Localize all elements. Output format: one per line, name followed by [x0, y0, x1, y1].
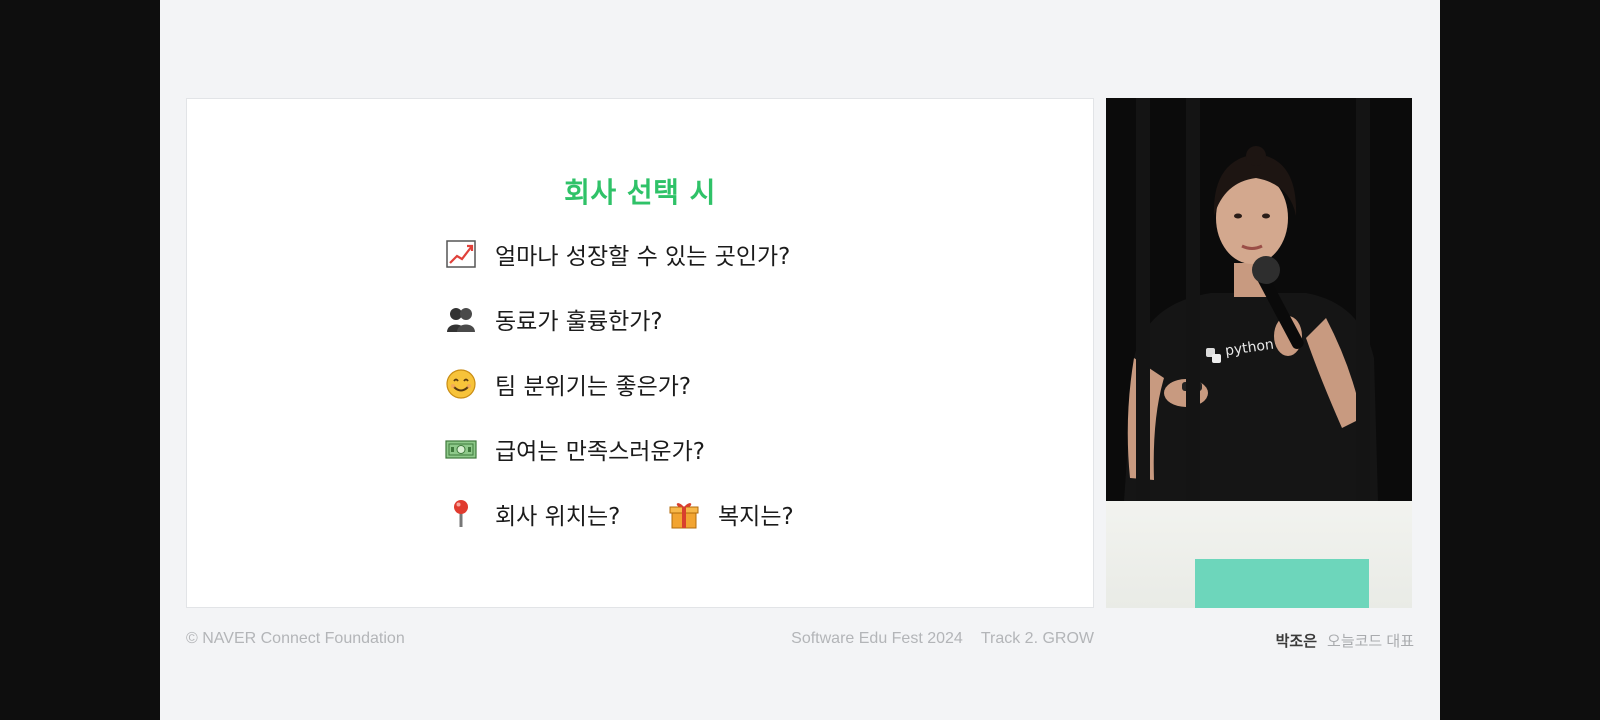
bullet-text: 급여는 만족스러운가?: [495, 439, 705, 465]
bullet-salary: 급여는 만족스러운가?: [445, 432, 705, 466]
podium-panel: [1195, 559, 1369, 608]
bullet-text: 얼마나 성장할 수 있는 곳인가?: [495, 244, 791, 270]
event-name: Software Edu Fest 2024: [791, 630, 963, 647]
copyright-text: © NAVER Connect Foundation: [186, 630, 405, 647]
speaker-caption: 박조은 오늘코드 대표: [1276, 630, 1414, 651]
track-name: Track 2. GROW: [980, 630, 1094, 647]
slide-title: 회사 선택 시: [564, 176, 716, 209]
event-info: Software Edu Fest 2024 Track 2. GROW: [791, 630, 1094, 648]
chart-increasing-icon: [445, 238, 477, 270]
bullet-growth: 얼마나 성장할 수 있는 곳인가?: [445, 237, 790, 271]
speaker-video: python: [1106, 98, 1412, 608]
bullet-location: 회사 위치는?: [445, 497, 620, 531]
bullet-welfare: 복지는?: [668, 497, 794, 531]
speaker-role: 오늘코드 대표: [1327, 633, 1414, 650]
gift-icon: [668, 498, 700, 530]
stage-background: python: [1106, 98, 1412, 501]
bullet-team-mood: 팀 분위기는 좋은가?: [445, 367, 691, 401]
speaker-name: 박조은: [1275, 633, 1318, 650]
map-pin-icon: [445, 498, 477, 530]
slide-panel: 회사 선택 시 얼마나 성장할 수 있는 곳인가? 동료가 훌륭한가? 팀 분위…: [186, 98, 1094, 608]
money-bill-icon: [445, 433, 477, 465]
bullet-text: 팀 분위기는 좋은가?: [495, 374, 692, 400]
bullet-text: 회사 위치는?: [495, 504, 621, 530]
people-icon: [445, 303, 477, 335]
smiling-face-icon: [445, 368, 477, 400]
bullet-text: 동료가 훌륭한가?: [495, 309, 663, 335]
presentation-frame: 회사 선택 시 얼마나 성장할 수 있는 곳인가? 동료가 훌륭한가? 팀 분위…: [160, 0, 1440, 720]
bullet-colleagues: 동료가 훌륭한가?: [445, 302, 663, 336]
bullet-text: 복지는?: [718, 504, 794, 530]
